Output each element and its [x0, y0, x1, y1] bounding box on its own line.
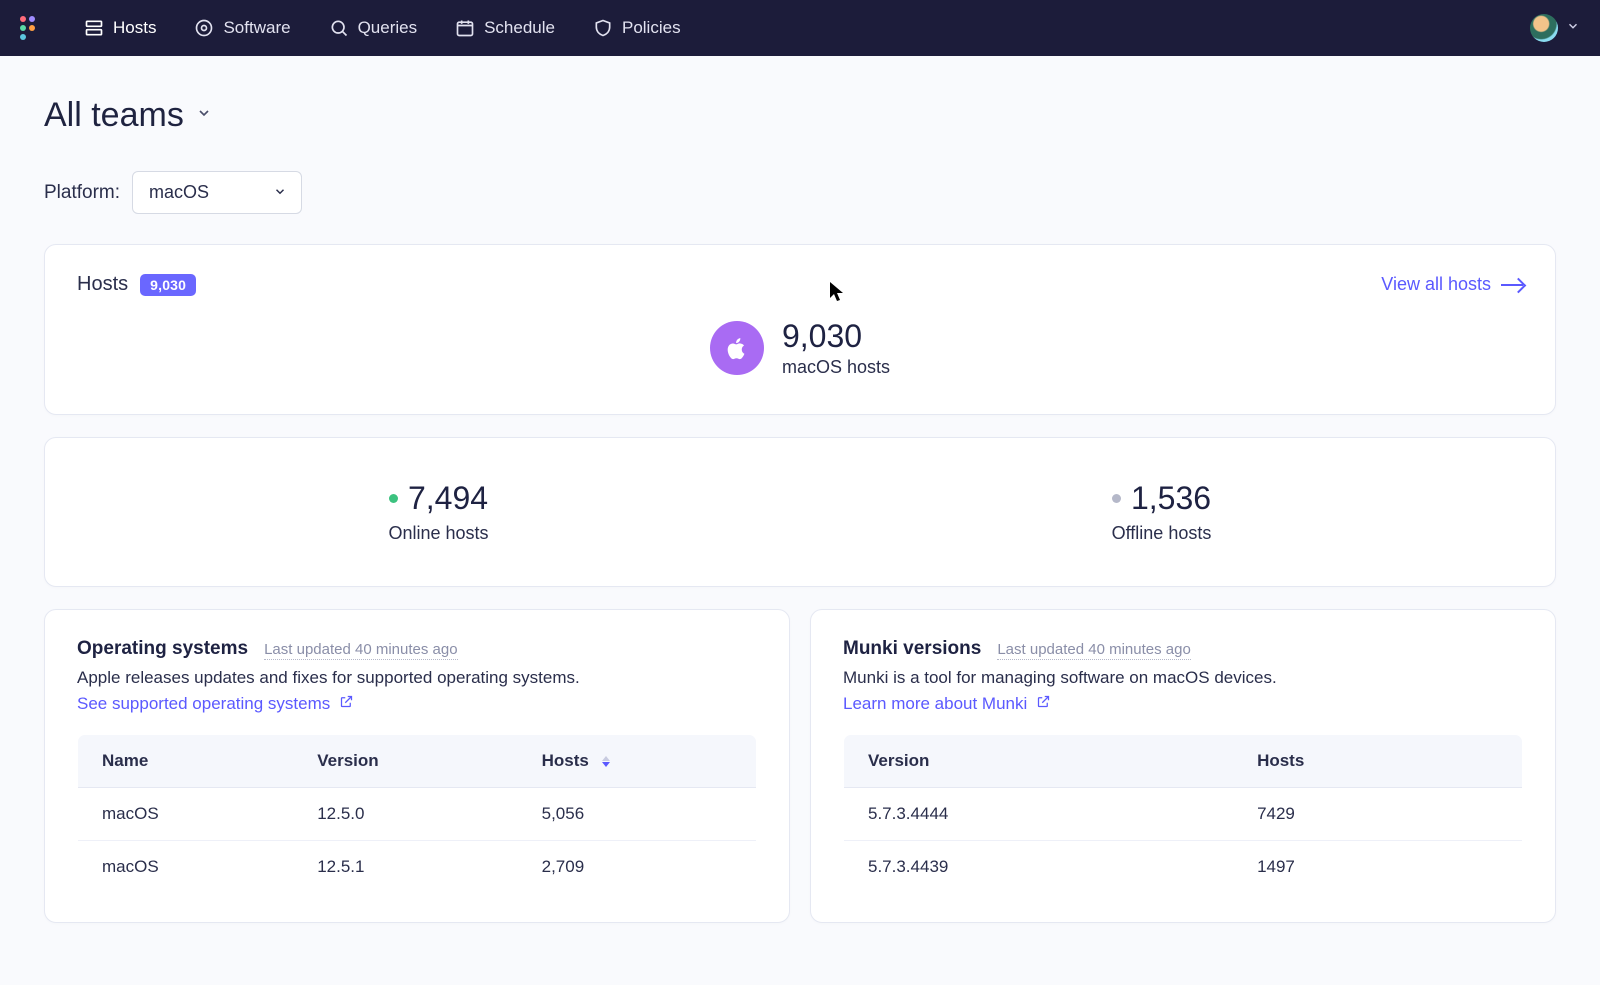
hosts-big-sub: macOS hosts: [782, 357, 890, 378]
table-row[interactable]: 5.7.3.4439 1497: [844, 841, 1523, 894]
schedule-icon: [455, 18, 475, 38]
hosts-count-badge: 9,030: [140, 274, 196, 296]
munki-col-hosts[interactable]: Hosts: [1233, 735, 1522, 788]
offline-block[interactable]: 1,536 Offline hosts: [800, 466, 1523, 558]
team-selector[interactable]: All teams: [44, 96, 1556, 135]
os-panel-link[interactable]: See supported operating systems: [77, 694, 354, 714]
platform-select[interactable]: macOS: [132, 171, 302, 214]
nav-schedule-label: Schedule: [484, 18, 555, 38]
cell-version: 12.5.0: [293, 788, 517, 841]
hosts-icon: [84, 18, 104, 38]
nav-hosts[interactable]: Hosts: [84, 18, 156, 38]
cell-hosts: 5,056: [518, 788, 757, 841]
munki-table: Version Hosts 5.7.3.4444 7429 5.7.3.4439…: [843, 734, 1523, 894]
table-row[interactable]: 5.7.3.4444 7429: [844, 788, 1523, 841]
os-panel-desc: Apple releases updates and fixes for sup…: [77, 668, 757, 688]
panels-row: Operating systems Last updated 40 minute…: [44, 609, 1556, 945]
status-card: 7,494 Online hosts 1,536 Offline hosts: [44, 437, 1556, 587]
offline-label: Offline hosts: [1112, 523, 1212, 544]
os-table: Name Version Hosts macOS 12.5.0 5,056: [77, 734, 757, 894]
table-row[interactable]: macOS 12.5.1 2,709: [78, 841, 757, 894]
munki-panel-link-label: Learn more about Munki: [843, 694, 1027, 714]
nav-queries[interactable]: Queries: [329, 18, 418, 38]
page: All teams Platform: macOS Hosts 9,030 Vi…: [0, 56, 1600, 985]
hosts-center: 9,030 macOS hosts: [77, 296, 1523, 386]
cell-version: 5.7.3.4439: [844, 841, 1234, 894]
nav-policies[interactable]: Policies: [593, 18, 681, 38]
online-label: Online hosts: [388, 523, 488, 544]
view-all-hosts-link[interactable]: View all hosts: [1381, 274, 1523, 295]
os-col-hosts-label: Hosts: [542, 751, 589, 770]
platform-filter: Platform: macOS: [44, 171, 1556, 214]
view-all-hosts-label: View all hosts: [1381, 274, 1491, 295]
nav-policies-label: Policies: [622, 18, 681, 38]
cell-name: macOS: [78, 788, 294, 841]
policies-icon: [593, 18, 613, 38]
team-selector-label: All teams: [44, 96, 184, 135]
hosts-summary-card: Hosts 9,030 View all hosts 9,030 macOS h…: [44, 244, 1556, 415]
cell-version: 12.5.1: [293, 841, 517, 894]
external-link-icon: [339, 694, 354, 714]
hosts-big-count: 9,030: [782, 318, 890, 355]
munki-panel-link[interactable]: Learn more about Munki: [843, 694, 1051, 714]
cell-hosts: 2,709: [518, 841, 757, 894]
nav-items: Hosts Software Queries Schedule Policies: [84, 18, 1530, 38]
cell-name: macOS: [78, 841, 294, 894]
logo[interactable]: [20, 16, 44, 40]
munki-panel-desc: Munki is a tool for managing software on…: [843, 668, 1523, 688]
munki-panel-updated: Last updated 40 minutes ago: [997, 641, 1190, 660]
os-panel-updated: Last updated 40 minutes ago: [264, 641, 457, 660]
top-nav: Hosts Software Queries Schedule Policies: [0, 0, 1600, 56]
os-col-hosts[interactable]: Hosts: [518, 735, 757, 788]
status-dot-offline-icon: [1112, 494, 1121, 503]
table-row[interactable]: macOS 12.5.0 5,056: [78, 788, 757, 841]
sort-indicator-icon: [602, 756, 610, 767]
online-block[interactable]: 7,494 Online hosts: [77, 466, 800, 558]
platform-select-value: macOS: [149, 182, 209, 202]
chevron-down-icon: [196, 105, 212, 126]
queries-icon: [329, 18, 349, 38]
cell-version: 5.7.3.4444: [844, 788, 1234, 841]
os-panel-title: Operating systems: [77, 638, 248, 660]
munki-panel-title: Munki versions: [843, 638, 981, 660]
apple-icon: [710, 321, 764, 375]
cell-hosts: 1497: [1233, 841, 1522, 894]
os-col-name[interactable]: Name: [78, 735, 294, 788]
os-col-version[interactable]: Version: [293, 735, 517, 788]
hosts-count-wrap: 9,030 macOS hosts: [782, 318, 890, 378]
nav-software-label: Software: [223, 18, 290, 38]
status-dot-online-icon: [389, 494, 398, 503]
external-link-icon: [1036, 694, 1051, 714]
nav-hosts-label: Hosts: [113, 18, 156, 38]
software-icon: [194, 18, 214, 38]
arrow-right-icon: [1501, 284, 1523, 286]
hosts-title: Hosts: [77, 273, 128, 296]
chevron-down-icon: [1566, 19, 1580, 38]
user-menu[interactable]: [1530, 14, 1580, 42]
platform-label: Platform:: [44, 182, 120, 204]
os-panel: Operating systems Last updated 40 minute…: [44, 609, 790, 923]
os-panel-link-label: See supported operating systems: [77, 694, 330, 714]
offline-count: 1,536: [1131, 480, 1211, 517]
munki-col-version[interactable]: Version: [844, 735, 1234, 788]
nav-software[interactable]: Software: [194, 18, 290, 38]
online-count: 7,494: [408, 480, 488, 517]
munki-panel: Munki versions Last updated 40 minutes a…: [810, 609, 1556, 923]
nav-queries-label: Queries: [358, 18, 418, 38]
nav-schedule[interactable]: Schedule: [455, 18, 555, 38]
chevron-down-icon: [273, 182, 287, 203]
cell-hosts: 7429: [1233, 788, 1522, 841]
avatar: [1530, 14, 1558, 42]
